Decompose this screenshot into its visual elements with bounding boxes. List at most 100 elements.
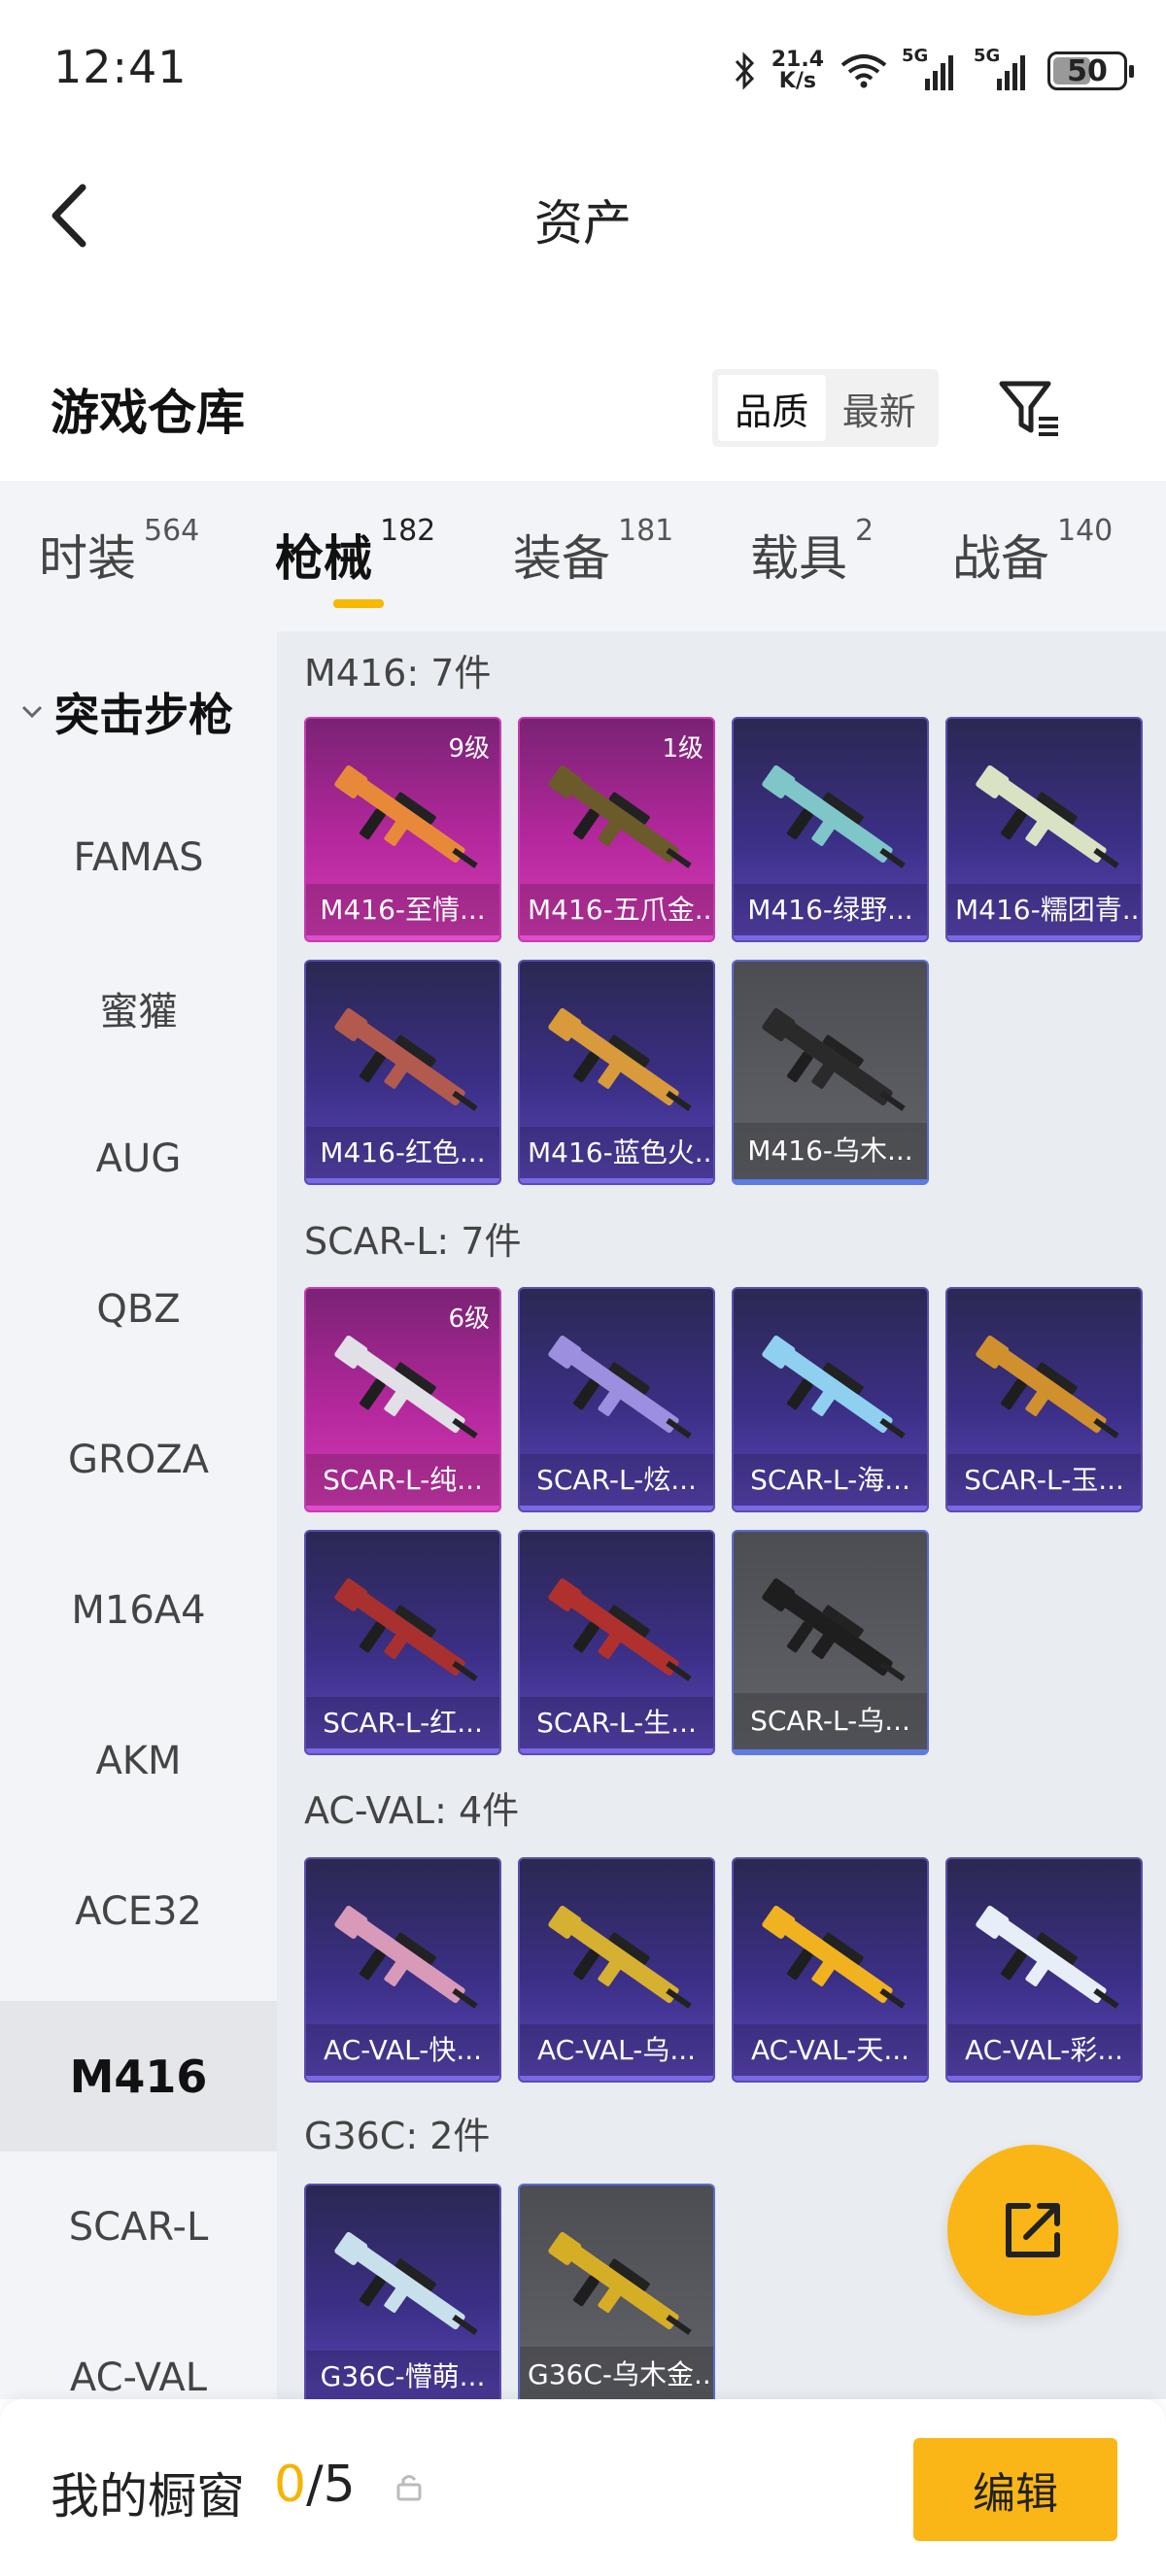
weapon-card[interactable]: 1级 M416-五爪金... bbox=[518, 717, 715, 942]
sidebar-item-groza[interactable]: GROZA bbox=[0, 1384, 277, 1535]
weapon-card[interactable]: 9级 M416-至情... bbox=[304, 717, 501, 942]
weapon-skin-image bbox=[976, 1906, 1119, 2009]
weapon-skin-image bbox=[762, 1008, 906, 1111]
weapon-skin-image bbox=[334, 1336, 478, 1439]
weapon-skin-image bbox=[976, 765, 1119, 868]
showcase-count: 0/5 bbox=[274, 2456, 356, 2514]
weapon-name: SCAR-L-炫... bbox=[520, 1454, 713, 1510]
weapon-skin-image bbox=[762, 1906, 906, 2009]
sort-option-latest[interactable]: 最新 bbox=[826, 375, 934, 441]
tab-vehicles[interactable]: 载具 2 bbox=[750, 514, 874, 590]
weapon-card[interactable]: SCAR-L-乌... bbox=[732, 1530, 929, 1755]
tab-equipment[interactable]: 装备 181 bbox=[513, 514, 673, 590]
sidebar-item-m16a4[interactable]: M16A4 bbox=[0, 1535, 277, 1685]
weapon-name: G36C-乌木金... bbox=[520, 2347, 713, 2399]
weapon-name: M416-乌木... bbox=[734, 1123, 927, 1179]
weapon-card[interactable]: M416-绿野... bbox=[732, 717, 929, 942]
sidebar-item-qbz[interactable]: QBZ bbox=[0, 1234, 277, 1384]
lock-icon bbox=[396, 2475, 422, 2501]
sidebar-item-akm[interactable]: AKM bbox=[0, 1685, 277, 1836]
weapon-name: M416-红色... bbox=[306, 1127, 499, 1183]
warehouse-row: 游戏仓库 品质 最新 bbox=[0, 359, 1166, 457]
weapon-name: SCAR-L-纯... bbox=[306, 1454, 499, 1510]
weapon-card[interactable]: M416-糯团青... bbox=[945, 717, 1143, 942]
sidebar-item-scar-l[interactable]: SCAR-L bbox=[0, 2152, 277, 2302]
weapon-card[interactable]: M416-红色... bbox=[304, 960, 501, 1185]
weapon-card[interactable]: AC-VAL-乌... bbox=[518, 1857, 715, 2083]
sidebar-item-m416[interactable]: M416 bbox=[0, 2001, 277, 2152]
filter-button[interactable] bbox=[996, 374, 1064, 442]
weapon-skin-image bbox=[548, 1336, 692, 1439]
weapon-card[interactable]: SCAR-L-海... bbox=[732, 1287, 929, 1512]
weapon-name: SCAR-L-生... bbox=[520, 1697, 713, 1753]
weapon-skin-image bbox=[548, 1906, 692, 2009]
share-button[interactable] bbox=[947, 2145, 1118, 2316]
weapon-skin-image bbox=[976, 1336, 1119, 1439]
weapon-skin-image bbox=[548, 2232, 692, 2335]
weapon-card[interactable]: M416-乌木... bbox=[732, 960, 929, 1185]
tab-weapons[interactable]: 枪械 182 bbox=[275, 514, 435, 590]
bluetooth-icon bbox=[735, 51, 754, 90]
sort-option-quality[interactable]: 品质 bbox=[718, 375, 826, 441]
sidebar-item-honey-badger[interactable]: 蜜獾 bbox=[0, 932, 277, 1083]
weapon-name: M416-糯团青... bbox=[947, 884, 1141, 940]
weapon-name: M416-五爪金... bbox=[520, 884, 713, 940]
weapon-skin-image bbox=[334, 1578, 478, 1681]
section-title-scar-l: SCAR-L: 7件 bbox=[304, 1220, 522, 1263]
status-bar: 12:41 21.4 K/s 5G 5G 50 bbox=[0, 0, 1166, 146]
weapon-card[interactable]: M416-蓝色火... bbox=[518, 960, 715, 1185]
weapon-skin-image bbox=[548, 1578, 692, 1681]
weapon-skin-image bbox=[334, 2232, 478, 2335]
weapon-skin-image bbox=[334, 1906, 478, 2009]
section-title-ac-val: AC-VAL: 4件 bbox=[304, 1789, 520, 1832]
weapon-name: AC-VAL-乌... bbox=[520, 2024, 713, 2081]
status-time: 12:41 bbox=[53, 41, 188, 93]
tab-supplies[interactable]: 战备 140 bbox=[952, 514, 1113, 590]
sidebar-item-ace32[interactable]: ACE32 bbox=[0, 1836, 277, 1986]
weapon-card[interactable]: 6级 SCAR-L-纯... bbox=[304, 1287, 501, 1512]
filter-icon bbox=[999, 381, 1058, 436]
weapon-grid: M416: 7件 SCAR-L: 7件 AC-VAL: 4件 G36C: 2件 … bbox=[277, 631, 1166, 2399]
warehouse-title: 游戏仓库 bbox=[51, 385, 245, 441]
edit-button[interactable]: 编辑 bbox=[913, 2438, 1117, 2541]
weapon-level-badge: 9级 bbox=[448, 734, 490, 763]
chevron-down-icon bbox=[21, 705, 43, 719]
sidebar-item-aug[interactable]: AUG bbox=[0, 1083, 277, 1234]
weapon-name: SCAR-L-红... bbox=[306, 1697, 499, 1753]
weapon-skin-image bbox=[762, 765, 906, 868]
tab-outfits[interactable]: 时装 564 bbox=[39, 514, 199, 590]
weapon-name: M416-蓝色火... bbox=[520, 1127, 713, 1183]
weapon-name: M416-绿野... bbox=[734, 884, 927, 940]
weapon-card[interactable]: AC-VAL-彩... bbox=[945, 1857, 1143, 2083]
weapon-card[interactable]: SCAR-L-玉... bbox=[945, 1287, 1143, 1512]
weapon-name: SCAR-L-玉... bbox=[947, 1454, 1141, 1510]
weapon-card[interactable]: G36C-懵萌... bbox=[304, 2184, 501, 2399]
weapon-card[interactable]: SCAR-L-炫... bbox=[518, 1287, 715, 1512]
weapon-card[interactable]: G36C-乌木金... bbox=[518, 2184, 715, 2399]
weapon-sidebar: 突击步枪 FAMAS 蜜獾 AUG QBZ GROZA M16A4 AKM AC… bbox=[0, 631, 277, 2400]
weapon-skin-image bbox=[548, 765, 692, 868]
weapon-card[interactable]: SCAR-L-红... bbox=[304, 1530, 501, 1755]
showcase-label: 我的橱窗 bbox=[51, 2468, 245, 2525]
category-tabs: 时装 564 枪械 182 装备 181 载具 2 战备 140 bbox=[0, 481, 1166, 631]
cell-signal-2-icon: 5G bbox=[974, 46, 1032, 90]
sidebar-group-assault-rifles[interactable]: 突击步枪 bbox=[19, 680, 233, 744]
weapon-level-badge: 1级 bbox=[662, 734, 703, 763]
showcase-bar: 我的橱窗 0/5 编辑 bbox=[0, 2399, 1166, 2576]
page-title: 资产 bbox=[534, 195, 632, 252]
weapon-card[interactable]: SCAR-L-生... bbox=[518, 1530, 715, 1755]
weapon-level-badge: 6级 bbox=[448, 1305, 490, 1334]
cell-signal-1-icon: 5G bbox=[902, 46, 960, 90]
sidebar-item-famas[interactable]: FAMAS bbox=[0, 782, 277, 932]
sort-toggle: 品质 最新 bbox=[712, 369, 939, 447]
app-screen: 12:41 21.4 K/s 5G 5G 50 资产 游戏仓库 品质 最新 时装… bbox=[0, 0, 1166, 2576]
weapon-skin-image bbox=[334, 765, 478, 868]
battery-icon: 50 bbox=[1047, 51, 1134, 90]
weapon-name: G36C-懵萌... bbox=[306, 2351, 499, 2399]
weapon-name: AC-VAL-快... bbox=[306, 2024, 499, 2081]
weapon-card[interactable]: AC-VAL-天... bbox=[732, 1857, 929, 2083]
wifi-icon bbox=[840, 54, 887, 88]
section-title-g36c: G36C: 2件 bbox=[304, 2115, 491, 2157]
weapon-skin-image bbox=[548, 1008, 692, 1111]
weapon-card[interactable]: AC-VAL-快... bbox=[304, 1857, 501, 2083]
